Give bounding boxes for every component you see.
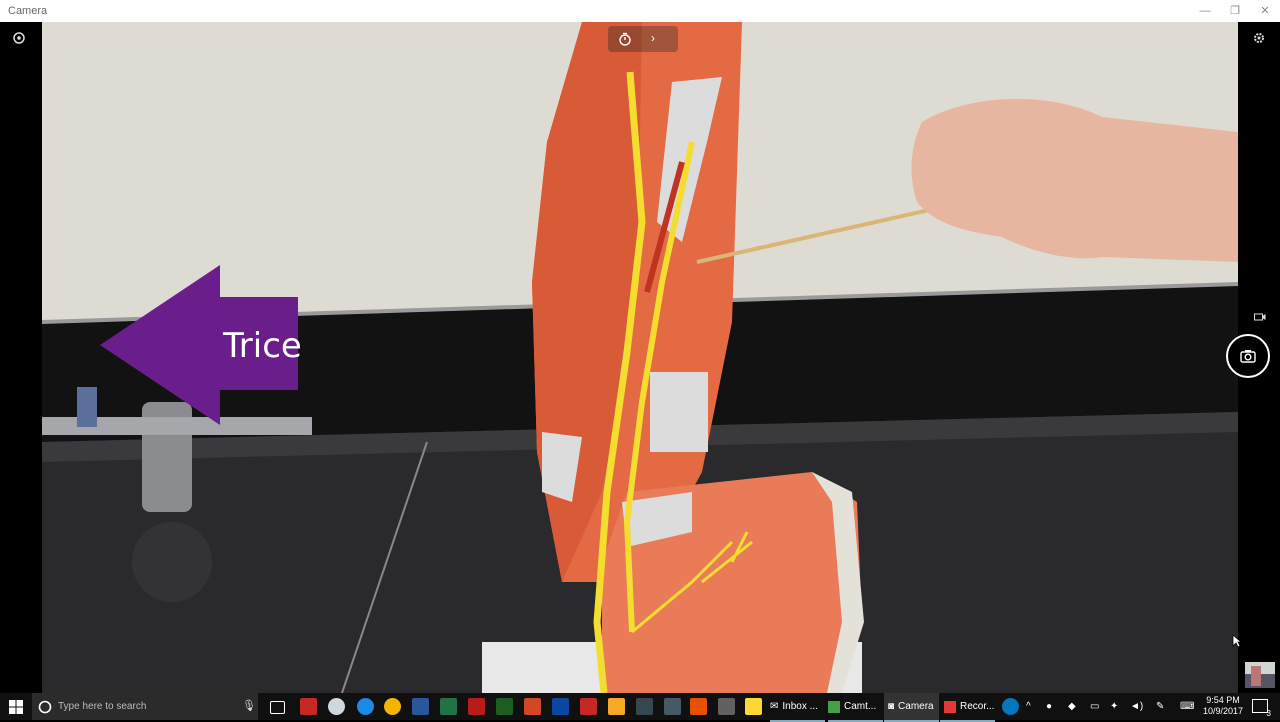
captivate-icon[interactable] xyxy=(496,698,513,715)
microphone-icon[interactable]: 🎙 xyxy=(242,699,256,712)
photoshop-icon[interactable] xyxy=(552,698,569,715)
help-icon[interactable] xyxy=(1002,698,1019,715)
taskbar-app-inbox[interactable]: ✉ Inbox ... xyxy=(770,693,825,722)
taskbar-app-label: Camt... xyxy=(844,701,877,712)
pdf-reader-icon[interactable] xyxy=(580,698,597,715)
window-title: Camera xyxy=(8,5,48,17)
sync-app-icon[interactable] xyxy=(745,698,762,715)
dropbox-icon[interactable]: ◆ xyxy=(1068,693,1076,720)
pen-icon[interactable]: ✎ xyxy=(1156,693,1164,720)
left-rail xyxy=(0,22,42,693)
camera-app-icon: ◙ xyxy=(888,701,895,712)
app-icon[interactable] xyxy=(718,698,735,715)
clock-date: 10/9/2017 xyxy=(1202,706,1244,716)
system-clock[interactable]: 9:54 PM 10/9/2017 xyxy=(1198,695,1248,717)
windows-start-icon[interactable] xyxy=(9,700,23,714)
taskbar-app-label: Camera xyxy=(898,701,934,712)
file-explorer-icon[interactable] xyxy=(608,698,625,715)
volume-icon[interactable]: ◄) xyxy=(1130,693,1143,720)
taskbar-app-label: Inbox ... xyxy=(782,701,818,712)
capture-photo-button[interactable] xyxy=(1226,334,1270,378)
timer-control[interactable]: › xyxy=(608,26,678,52)
taskbar: Type here to search 🎙 ✉ Inbox ... Camt...… xyxy=(0,693,1280,722)
arrow-overlay: Trice xyxy=(100,265,302,425)
chevron-right-icon[interactable]: › xyxy=(651,31,655,45)
title-bar: Camera — ❐ ✕ xyxy=(0,0,1280,22)
camera-icon xyxy=(1240,350,1256,363)
timer-icon[interactable] xyxy=(618,32,632,46)
action-center-icon[interactable]: 3 xyxy=(1252,699,1271,718)
acrobat-icon[interactable] xyxy=(468,698,485,715)
snip-icon[interactable] xyxy=(328,698,345,715)
taskbar-app-recorder[interactable]: Recor... xyxy=(940,693,995,722)
network-icon[interactable]: ✦ xyxy=(1110,693,1118,720)
chrome-browser-icon[interactable] xyxy=(384,698,401,715)
task-view-icon[interactable] xyxy=(270,701,285,714)
battery-icon[interactable]: ▭ xyxy=(1090,693,1099,720)
taskbar-search[interactable]: Type here to search 🎙 xyxy=(32,693,258,720)
minimize-button[interactable]: — xyxy=(1190,2,1220,20)
powerpoint-icon[interactable] xyxy=(524,698,541,715)
keyboard-icon[interactable]: ⌨ xyxy=(1180,693,1194,720)
store-icon[interactable] xyxy=(636,698,653,715)
illustrator-icon[interactable] xyxy=(690,698,707,715)
taskbar-app-label: Recor... xyxy=(960,701,995,712)
notification-count: 3 xyxy=(1266,709,1271,718)
clock-time: 9:54 PM xyxy=(1206,695,1240,705)
cortana-icon xyxy=(38,700,52,714)
search-placeholder: Type here to search xyxy=(58,701,147,712)
recorder-icon xyxy=(944,700,956,713)
edge-browser-icon[interactable] xyxy=(357,698,374,715)
mouse-cursor-icon xyxy=(1232,634,1242,648)
last-capture-thumbnail[interactable] xyxy=(1245,662,1275,688)
word-icon[interactable] xyxy=(412,698,429,715)
chevron-up-icon[interactable]: ^ xyxy=(1026,693,1031,720)
taskbar-app-camtasia[interactable]: Camt... xyxy=(828,693,883,722)
video-mode-icon[interactable] xyxy=(1254,312,1266,322)
arrow-label: Trice xyxy=(222,326,302,366)
camtasia-icon xyxy=(828,700,840,713)
taskbar-app-camera[interactable]: ◙ Camera xyxy=(884,693,939,722)
excel-icon[interactable] xyxy=(440,698,457,715)
mail-icon: ✉ xyxy=(770,701,779,712)
camera-effects-icon[interactable] xyxy=(12,31,26,45)
tray-app-icon[interactable]: ● xyxy=(1046,693,1052,720)
settings-gear-icon[interactable] xyxy=(1252,31,1266,45)
zotero-icon[interactable] xyxy=(300,698,317,715)
close-button[interactable]: ✕ xyxy=(1250,2,1280,20)
network-app-icon[interactable] xyxy=(664,698,681,715)
maximize-button[interactable]: ❐ xyxy=(1220,2,1250,20)
